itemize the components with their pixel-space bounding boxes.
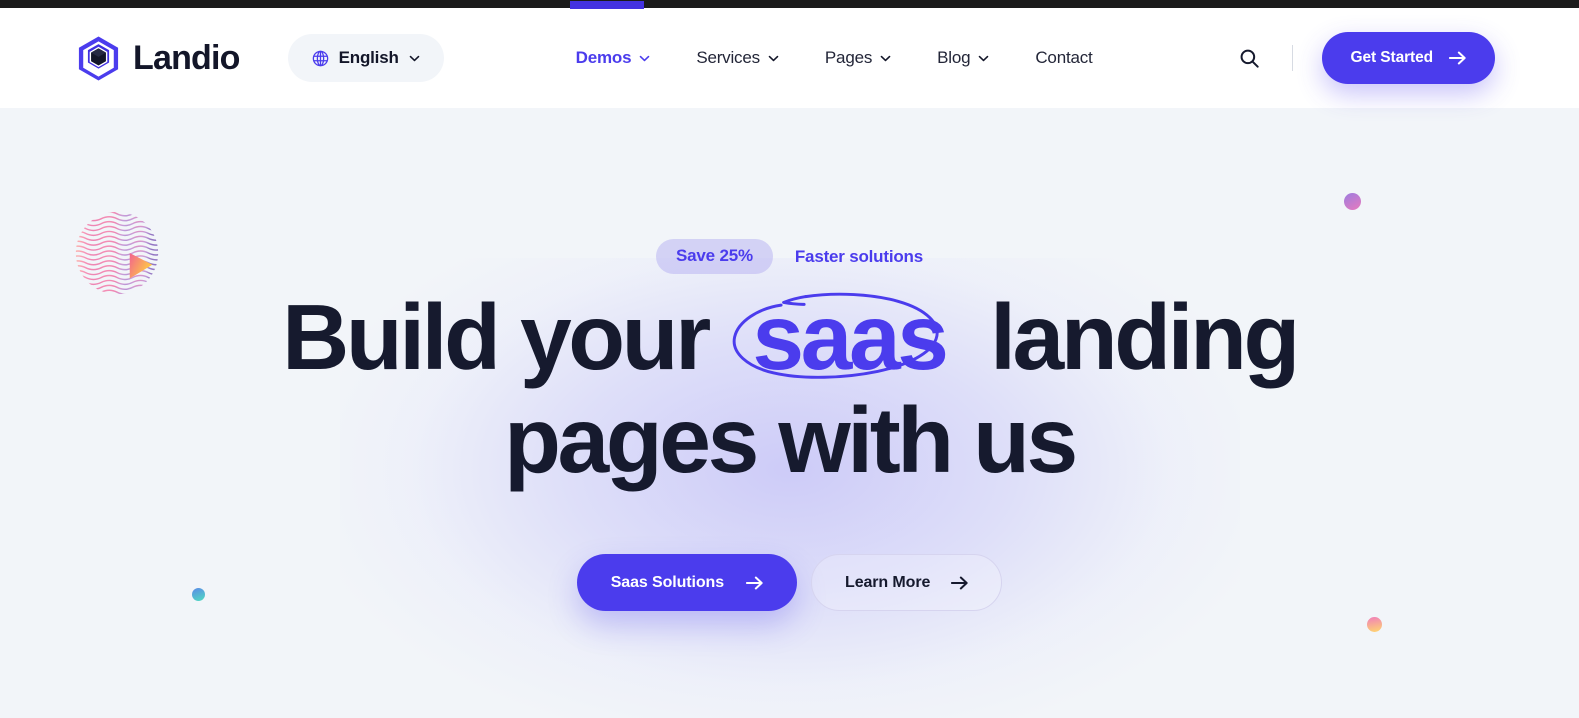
nav-item-blog[interactable]: Blog xyxy=(937,48,989,68)
brand-logo-link[interactable]: Landio xyxy=(75,35,240,82)
brand-name: Landio xyxy=(133,39,240,77)
nav-item-label: Pages xyxy=(824,48,873,67)
nav-item-label: Demos xyxy=(575,48,632,67)
cube-hexagon-icon xyxy=(78,35,119,81)
chevron-down-icon xyxy=(640,55,650,61)
header-actions: Get Started xyxy=(1235,32,1495,84)
nav-item-label: Services xyxy=(696,48,760,67)
primary-navigation: Demos Services Pages Blog Contact xyxy=(576,48,1093,68)
nav-item-contact[interactable]: Contact xyxy=(1035,48,1092,68)
site-header: Landio English Demos Services Pages Blog… xyxy=(0,8,1579,108)
hero-section: Save 25% Faster solutions Build your saa… xyxy=(0,108,1579,718)
search-icon xyxy=(1240,49,1259,68)
headline-text-after: landing xyxy=(990,285,1300,389)
hero-actions: Saas Solutions Learn More xyxy=(576,554,1003,611)
page-load-strip xyxy=(0,0,1579,9)
chevron-down-icon xyxy=(768,55,779,61)
chevron-down-icon xyxy=(880,55,891,61)
chevron-down-icon xyxy=(409,55,419,61)
headline-highlight: saas xyxy=(730,286,967,389)
headline-line-1: Build your saas landing xyxy=(282,285,1300,389)
save-badge: Save 25% xyxy=(656,239,773,274)
nav-item-services[interactable]: Services xyxy=(696,48,779,68)
hero-eyebrow: Save 25% Faster solutions xyxy=(656,239,923,274)
saas-solutions-button[interactable]: Saas Solutions xyxy=(576,554,798,611)
arrow-right-icon xyxy=(746,576,763,589)
nav-item-pages[interactable]: Pages xyxy=(825,48,891,68)
language-switcher[interactable]: English xyxy=(287,34,444,82)
eyebrow-text: Faster solutions xyxy=(794,246,923,266)
globe-icon xyxy=(312,50,328,66)
get-started-label: Get Started xyxy=(1350,49,1434,66)
learn-more-button[interactable]: Learn More xyxy=(811,554,1003,611)
header-divider xyxy=(1291,45,1293,71)
nav-item-label: Blog xyxy=(937,48,971,67)
search-button[interactable] xyxy=(1235,43,1265,73)
chevron-down-icon xyxy=(979,55,989,61)
nav-item-label: Contact xyxy=(1035,48,1093,67)
learn-more-label: Learn More xyxy=(845,573,931,591)
get-started-button[interactable]: Get Started xyxy=(1321,32,1495,84)
hero-headline: Build your saas landing pages with us xyxy=(282,285,1300,492)
headline-line-2: pages with us xyxy=(504,388,1078,492)
saas-solutions-label: Saas Solutions xyxy=(610,573,725,591)
arrow-right-icon xyxy=(951,576,968,589)
page-load-progress-bar xyxy=(570,1,644,9)
nav-item-demos[interactable]: Demos xyxy=(576,48,651,68)
headline-text-before: Build your xyxy=(282,285,711,389)
language-label: English xyxy=(338,48,399,67)
arrow-right-icon xyxy=(1449,51,1466,65)
headline-highlight-text: saas xyxy=(752,285,949,389)
